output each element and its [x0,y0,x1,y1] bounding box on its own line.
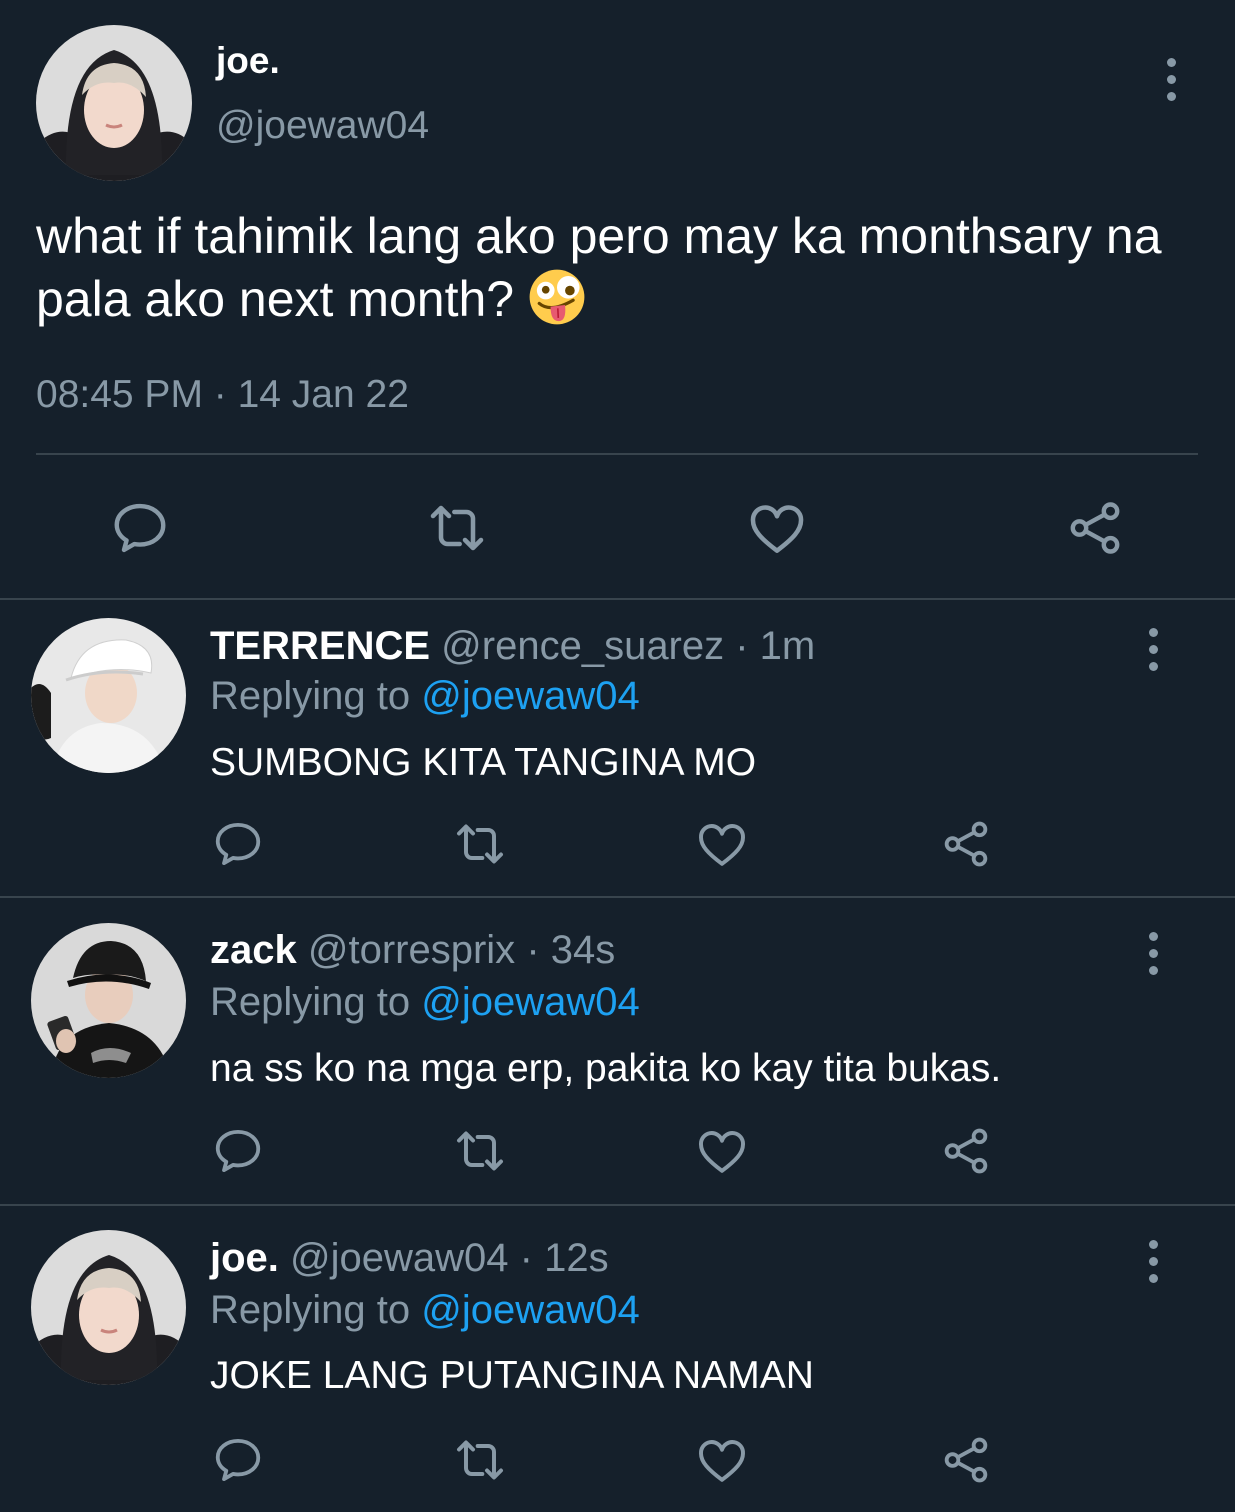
user-handle[interactable]: @torresprix [308,928,515,972]
avatar-image [31,618,186,773]
avatar-image [31,1230,186,1385]
retweet-icon[interactable] [452,1123,508,1179]
more-options-icon[interactable] [1146,932,1160,975]
retweet-icon[interactable] [452,1432,508,1488]
like-icon[interactable] [694,816,750,872]
divider [36,453,1198,455]
reply-icon[interactable] [108,496,172,560]
more-options-icon[interactable] [1146,1240,1160,1283]
like-icon[interactable] [694,1432,750,1488]
reply-time: · 1m [735,624,816,668]
user-handle[interactable]: @joewaw04 [216,104,429,148]
reply-tweet[interactable]: zack @torresprix · 34s Replying to @joew… [0,898,1235,1204]
share-icon[interactable] [938,1123,994,1179]
replying-to: Replying to @joewaw04 [210,1288,640,1333]
tweet-actions [0,1123,1235,1179]
share-icon[interactable] [938,1432,994,1488]
replying-to-link[interactable]: @joewaw04 [421,1288,640,1332]
reply-tweet[interactable]: joe. @joewaw04 · 12s Replying to @joewaw… [0,1206,1235,1512]
display-name[interactable]: zack [210,928,297,972]
replying-to-link[interactable]: @joewaw04 [421,980,640,1024]
zany-face-emoji [529,269,585,325]
reply-text: na ss ko na mga erp, pakita ko kay tita … [210,1047,1002,1090]
tweet-actions [0,816,1235,872]
tweet-text-content: what if tahimik lang ako pero may ka mon… [36,208,1162,327]
avatar[interactable] [31,923,186,1078]
display-name[interactable]: TERRENCE [210,624,430,668]
replying-to-label: Replying to [210,980,411,1024]
like-icon[interactable] [745,496,809,560]
retweet-icon[interactable] [425,496,489,560]
tweet-actions [0,1432,1235,1488]
retweet-icon[interactable] [452,816,508,872]
avatar[interactable] [36,25,192,181]
reply-header: TERRENCE @rence_suarez · 1m [210,624,815,669]
replying-to-label: Replying to [210,1288,411,1332]
replying-to-link[interactable]: @joewaw04 [421,674,640,718]
avatar[interactable] [31,1230,186,1385]
tweet-actions [0,496,1235,560]
like-icon[interactable] [694,1123,750,1179]
reply-time: · 34s [526,928,616,972]
reply-icon[interactable] [210,1432,266,1488]
avatar[interactable] [31,618,186,773]
display-name[interactable]: joe. [216,40,280,82]
user-handle[interactable]: @joewaw04 [290,1236,509,1280]
share-icon[interactable] [938,816,994,872]
reply-time: · 12s [519,1236,609,1280]
replying-to-label: Replying to [210,674,411,718]
reply-text: SUMBONG KITA TANGINA MO [210,741,757,784]
replying-to: Replying to @joewaw04 [210,674,640,719]
avatar-image [31,923,186,1078]
tweet-text: what if tahimik lang ako pero may ka mon… [36,205,1206,331]
avatar-image [36,25,192,181]
reply-tweet[interactable]: TERRENCE @rence_suarez · 1m Replying to … [0,600,1235,896]
reply-icon[interactable] [210,1123,266,1179]
replying-to: Replying to @joewaw04 [210,980,640,1025]
reply-header: joe. @joewaw04 · 12s [210,1236,609,1281]
more-options-icon[interactable] [1164,58,1178,101]
share-icon[interactable] [1063,496,1127,560]
display-name[interactable]: joe. [210,1236,279,1280]
main-tweet: joe. @joewaw04 what if tahimik lang ako … [0,0,1235,598]
reply-header: zack @torresprix · 34s [210,928,615,973]
user-handle[interactable]: @rence_suarez [441,624,724,668]
reply-icon[interactable] [210,816,266,872]
more-options-icon[interactable] [1146,628,1160,671]
reply-text: JOKE LANG PUTANGINA NAMAN [210,1354,814,1397]
tweet-timestamp: 08:45 PM · 14 Jan 22 [36,373,409,416]
